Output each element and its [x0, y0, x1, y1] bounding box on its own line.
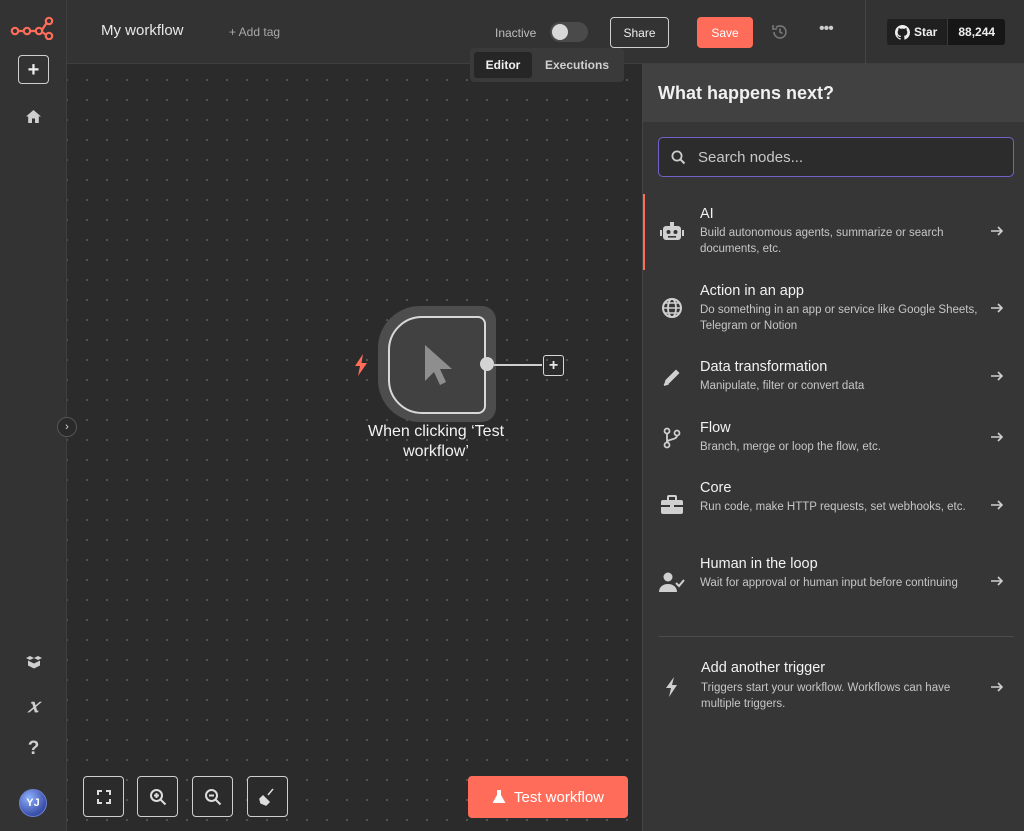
- category-data-transformation[interactable]: Data transformation Manipulate, filter o…: [643, 351, 1024, 407]
- avatar-initials: YJ: [26, 797, 40, 809]
- github-star-button[interactable]: Star: [887, 19, 949, 45]
- zoom-out-button[interactable]: [192, 776, 233, 817]
- node-creator-panel: What happens next? AI Build autonomous a…: [642, 64, 1024, 831]
- arrow-right-icon: [991, 576, 1004, 586]
- category-description: Branch, merge or loop the flow, etc.: [700, 441, 881, 453]
- trigger-description: Triggers start your workflow. Workflows …: [701, 682, 951, 710]
- test-workflow-label: Test workflow: [513, 788, 605, 806]
- add-tag-link[interactable]: + Add tag: [229, 25, 280, 39]
- robot-icon: [659, 219, 685, 245]
- trigger-title: Add another trigger: [701, 660, 826, 676]
- category-title: Action in an app: [700, 283, 804, 299]
- category-core[interactable]: Core Run code, make HTTP requests, set w…: [643, 473, 1024, 543]
- category-flow[interactable]: Flow Branch, merge or loop the flow, etc…: [643, 412, 1024, 468]
- fit-view-icon: [96, 789, 111, 804]
- category-description: Do something in an app or service like G…: [700, 304, 978, 332]
- github-star-label: Star: [914, 25, 938, 39]
- search-input[interactable]: [698, 148, 998, 166]
- n8n-logo[interactable]: [10, 16, 54, 40]
- zoom-out-icon: [204, 788, 221, 805]
- section-divider: [659, 636, 1014, 637]
- cursor-icon: [425, 345, 452, 385]
- manual-trigger-node[interactable]: [388, 316, 486, 414]
- status-label: Inactive: [495, 26, 537, 40]
- variables-icon[interactable]: 𝑥: [18, 690, 49, 721]
- toolbox-icon: [659, 492, 685, 518]
- category-description: Build autonomous agents, summarize or se…: [700, 227, 944, 255]
- category-description: Manipulate, filter or convert data: [700, 380, 865, 392]
- panel-title: What happens next?: [643, 64, 1024, 122]
- history-icon[interactable]: [770, 22, 790, 42]
- zoom-in-button[interactable]: [137, 776, 178, 817]
- templates-icon[interactable]: [18, 646, 49, 677]
- tidy-up-button[interactable]: [247, 776, 288, 817]
- test-workflow-button[interactable]: Test workflow: [468, 776, 628, 818]
- category-ai[interactable]: AI Build autonomous agents, summarize or…: [643, 194, 1024, 270]
- arrow-right-icon: [991, 500, 1004, 510]
- left-sidebar: + 𝑥 ? YJ: [0, 0, 67, 831]
- trigger-bolt-icon: [355, 354, 367, 376]
- category-description: Wait for approval or human input before …: [700, 577, 958, 589]
- arrow-right-icon: [991, 303, 1004, 313]
- arrow-right-icon: [991, 371, 1004, 381]
- share-button[interactable]: Share: [610, 17, 669, 48]
- github-icon: [895, 24, 910, 40]
- view-tabs: Editor Executions: [470, 48, 624, 82]
- category-human-in-loop[interactable]: Human in the loop Wait for approval or h…: [643, 549, 1024, 621]
- create-button[interactable]: +: [18, 55, 49, 84]
- expand-sidebar-button[interactable]: ›: [57, 417, 77, 437]
- arrow-right-icon: [991, 682, 1004, 692]
- tab-executions[interactable]: Executions: [536, 52, 618, 78]
- category-title: Core: [700, 480, 732, 496]
- active-toggle[interactable]: [550, 22, 588, 42]
- help-icon[interactable]: ?: [18, 733, 49, 764]
- zoom-in-icon: [149, 788, 166, 805]
- node-output-handle[interactable]: [480, 357, 494, 371]
- more-options-button[interactable]: •••: [819, 20, 834, 38]
- save-button[interactable]: Save: [697, 17, 753, 48]
- pen-icon: [659, 364, 685, 390]
- category-title: Human in the loop: [700, 556, 818, 572]
- category-title: Flow: [700, 420, 731, 436]
- workflow-name[interactable]: My workflow: [101, 22, 184, 39]
- avatar[interactable]: YJ: [19, 789, 47, 817]
- add-another-trigger[interactable]: Add another trigger Triggers start your …: [643, 652, 1024, 722]
- github-star-count[interactable]: 88,244: [948, 19, 1006, 45]
- zoom-to-fit-button[interactable]: [83, 776, 124, 817]
- node-label: When clicking ‘Test workflow’: [367, 423, 505, 460]
- add-node-button[interactable]: +: [543, 355, 564, 376]
- header-divider: [865, 0, 866, 64]
- search-field[interactable]: [658, 137, 1014, 177]
- category-title: AI: [700, 206, 714, 222]
- bolt-icon: [659, 674, 685, 700]
- user-check-icon: [659, 569, 685, 595]
- arrow-right-icon: [991, 226, 1004, 236]
- category-description: Run code, make HTTP requests, set webhoo…: [700, 501, 966, 513]
- arrow-right-icon: [991, 432, 1004, 442]
- node-connector-line: [494, 364, 542, 366]
- globe-icon: [659, 295, 685, 321]
- category-action-in-app[interactable]: Action in an app Do something in an app …: [643, 274, 1024, 346]
- github-star-widget[interactable]: Star 88,244: [887, 19, 1006, 45]
- broom-icon: [258, 788, 274, 806]
- tab-editor[interactable]: Editor: [474, 52, 532, 78]
- branch-icon: [659, 425, 685, 451]
- category-title: Data transformation: [700, 359, 828, 375]
- home-icon[interactable]: [18, 101, 49, 132]
- toggle-knob: [552, 24, 568, 40]
- flask-icon: [492, 790, 506, 803]
- search-icon: [671, 150, 686, 164]
